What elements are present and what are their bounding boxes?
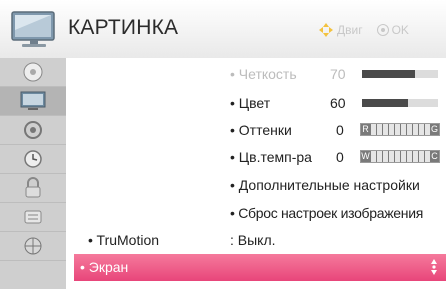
setting-row-reset[interactable]: • Сброс настроек изображения (66, 200, 446, 227)
color-temp-slider[interactable]: W C (360, 150, 440, 163)
setting-row-color-temp[interactable]: • Цв.темп-ра 0 W C (66, 144, 446, 171)
setting-value-trumotion: : Выкл. (230, 232, 276, 248)
setting-label-screen: • Экран (80, 259, 129, 275)
color-temp-right-label: C (430, 151, 439, 162)
tv-icon (11, 11, 55, 47)
picture-icon (20, 91, 46, 110)
nav-hint-label: Двиг (337, 23, 363, 37)
setting-label-color-temp: • Цв.темп-ра (230, 149, 312, 165)
setting-label-reset: • Сброс настроек изображения (230, 205, 424, 221)
ok-hint-label: OK (391, 23, 409, 37)
sharpness-level (362, 70, 416, 78)
header: КАРТИНКА Двиг OK (0, 0, 446, 59)
setting-value-color: 60 (330, 95, 346, 111)
up-down-arrows-icon (431, 259, 437, 275)
dpad-icon (319, 23, 333, 37)
setting-row-trumotion[interactable]: • TruMotion : Выкл. (66, 227, 446, 254)
sidebar-item-network[interactable] (0, 232, 66, 261)
sidebar (0, 58, 66, 289)
sidebar-item-options[interactable] (0, 203, 66, 232)
setting-value-tint: 0 (336, 122, 344, 138)
setting-label-trumotion: • TruMotion (88, 232, 160, 248)
disc-icon (23, 62, 43, 82)
sidebar-item-audio[interactable] (0, 116, 66, 145)
tint-slider[interactable]: R G (360, 123, 440, 136)
sidebar-item-picture[interactable] (0, 87, 66, 116)
tint-scale (370, 124, 430, 135)
network-icon (24, 237, 42, 255)
setting-label-advanced: • Дополнительные настройки (230, 177, 420, 193)
setting-label-color: • Цвет (230, 95, 271, 111)
audio-icon (24, 121, 42, 139)
color-temp-scale (370, 151, 430, 162)
setting-value-sharpness: 70 (330, 66, 346, 82)
settings-panel: • Четкость 70 • Цвет 60 • Оттенки 0 R G … (66, 58, 446, 289)
ok-icon (376, 24, 389, 36)
sharpness-slider[interactable] (362, 70, 438, 78)
setting-row-advanced[interactable]: • Дополнительные настройки (66, 172, 446, 199)
sidebar-item-lock[interactable] (0, 174, 66, 203)
color-slider[interactable] (362, 99, 438, 107)
nav-hint: Двиг OK (318, 22, 409, 38)
setting-row-screen[interactable]: • Экран (74, 254, 446, 281)
lock-icon (25, 177, 41, 198)
setting-row-color[interactable]: • Цвет 60 (66, 90, 446, 117)
setting-label-sharpness: • Четкость (230, 66, 297, 82)
setting-label-tint: • Оттенки (230, 122, 292, 138)
setting-value-color-temp: 0 (336, 149, 344, 165)
tint-left-label: R (361, 124, 370, 135)
sidebar-item-setup[interactable] (0, 58, 66, 87)
options-icon (24, 210, 42, 224)
setting-row-sharpness[interactable]: • Четкость 70 (66, 61, 446, 88)
color-temp-left-label: W (361, 151, 370, 162)
clock-icon (24, 150, 42, 168)
tint-right-label: G (430, 124, 439, 135)
page-title: КАРТИНКА (68, 16, 179, 39)
sidebar-item-time[interactable] (0, 145, 66, 174)
color-level (362, 99, 408, 107)
setting-row-tint[interactable]: • Оттенки 0 R G (66, 117, 446, 144)
